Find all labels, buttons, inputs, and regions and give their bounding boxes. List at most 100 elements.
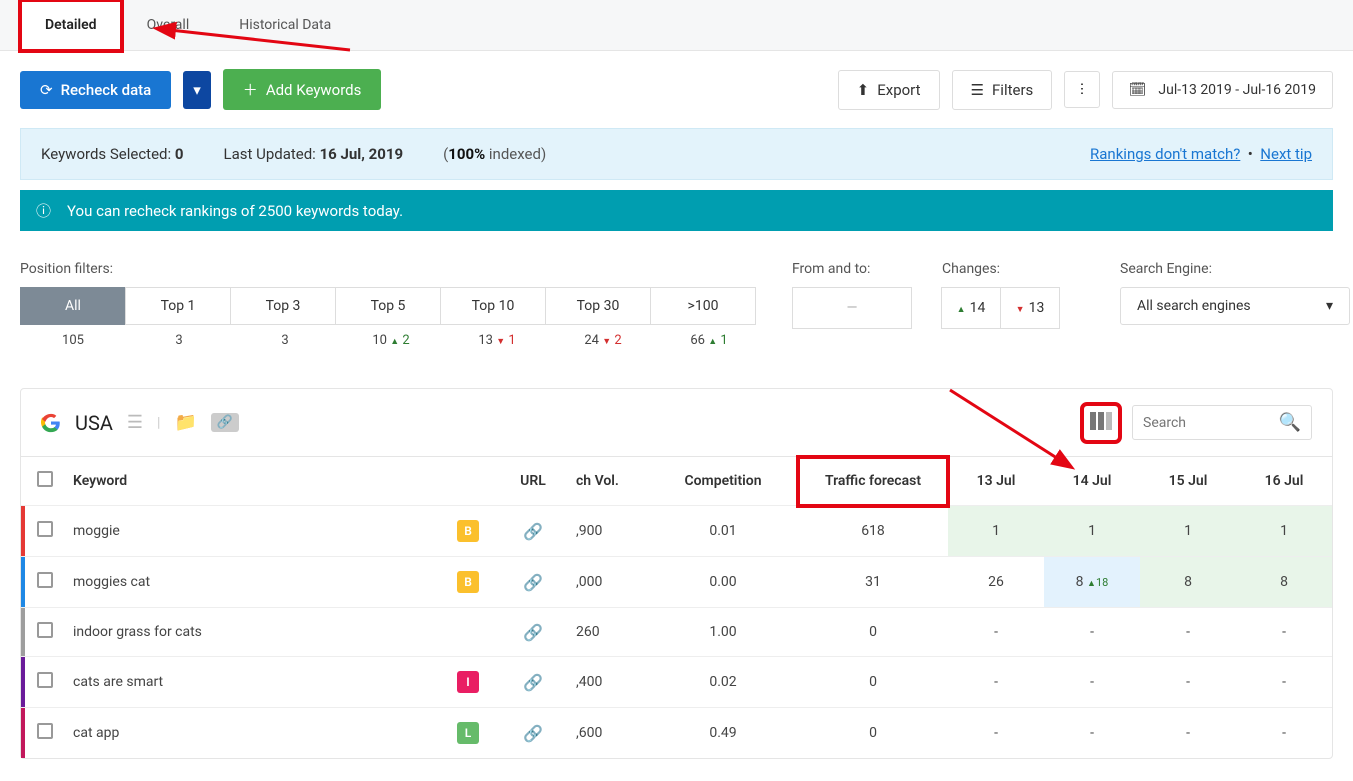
url-link-icon[interactable]: 🔗 (523, 522, 543, 541)
position-filter-top-10[interactable]: Top 10 (440, 287, 546, 325)
changes-block: Changes: 14 13 (942, 261, 1060, 329)
triangle-down-icon (1016, 300, 1025, 316)
tab-detailed[interactable]: Detailed (20, 0, 122, 51)
url-link-icon[interactable]: 🔗 (523, 724, 543, 743)
position-count: 3 (126, 325, 232, 348)
table-row: cat appL🔗,6000.490---- (21, 708, 1332, 759)
col-date-4[interactable]: 16 Jul (1236, 457, 1332, 506)
volume-cell: ,000 (568, 557, 648, 608)
columns-button[interactable] (1084, 406, 1118, 440)
traffic-cell: 0 (798, 608, 948, 657)
tab-historical[interactable]: Historical Data (214, 0, 356, 50)
add-keywords-button[interactable]: ＋ Add Keywords (223, 69, 382, 110)
col-volume[interactable]: ch Vol. (568, 457, 648, 506)
changes-up[interactable]: 14 (941, 287, 1001, 329)
keyword-cell[interactable]: cat app (65, 708, 438, 759)
row-checkbox[interactable] (37, 723, 53, 739)
notice-text: You can recheck rankings of 2500 keyword… (67, 202, 403, 220)
position-filter-top-5[interactable]: Top 5 (335, 287, 441, 325)
col-url[interactable]: URL (498, 457, 568, 506)
url-link-icon[interactable]: 🔗 (523, 623, 543, 642)
keyword-cell[interactable]: cats are smart (65, 657, 438, 708)
rank-cell: 1 (1236, 506, 1332, 557)
search-engine-value: All search engines (1137, 298, 1251, 314)
keyword-cell[interactable]: indoor grass for cats (65, 608, 438, 657)
export-button[interactable]: ⬆ Export (838, 70, 940, 110)
columns-icon (1090, 412, 1112, 430)
rank-cell: 8 (1236, 557, 1332, 608)
chevron-down-icon: ▾ (1326, 298, 1333, 314)
search-engine-block: Search Engine: All search engines ▾ (1120, 261, 1350, 325)
position-count: 66 1 (656, 325, 762, 348)
position-segmented: AllTop 1Top 3Top 5Top 10Top 30>100 (20, 287, 762, 325)
position-filter--100[interactable]: >100 (650, 287, 756, 325)
position-filter-all[interactable]: All (20, 287, 126, 325)
search-engine-label: Search Engine: (1120, 261, 1350, 277)
row-checkbox[interactable] (37, 672, 53, 688)
table-row: indoor grass for cats🔗2601.000---- (21, 608, 1332, 657)
from-to-block: From and to: — (792, 261, 912, 329)
help-links: Rankings don't match? • Next tip (1090, 145, 1312, 163)
rank-cell: - (948, 708, 1044, 759)
rank-cell: 1 (1044, 506, 1140, 557)
competition-cell: 0.01 (648, 506, 798, 557)
url-link-icon[interactable]: 🔗 (523, 573, 543, 592)
traffic-cell: 0 (798, 708, 948, 759)
row-checkbox[interactable] (37, 572, 53, 588)
date-range[interactable]: 🗓 Jul-13 2019 - Jul-16 2019 (1112, 71, 1333, 109)
keyword-cell[interactable]: moggie (65, 506, 438, 557)
kebab-menu[interactable]: ⋮ (1064, 71, 1099, 108)
recheck-button[interactable]: ⟳ Recheck data (20, 71, 171, 109)
keyword-badge: B (457, 520, 479, 542)
volume-cell: 260 (568, 608, 648, 657)
export-label: Export (877, 81, 920, 99)
position-filter-top-30[interactable]: Top 30 (545, 287, 651, 325)
panel-header: USA ☰ | 📁 🔗 🔍 (21, 389, 1332, 456)
row-checkbox[interactable] (37, 521, 53, 537)
col-competition[interactable]: Competition (648, 457, 798, 506)
recheck-dropdown[interactable]: ▾ (183, 71, 211, 109)
competition-cell: 1.00 (648, 608, 798, 657)
rankings-mismatch-link[interactable]: Rankings don't match? (1090, 145, 1240, 163)
col-date-2[interactable]: 14 Jul (1044, 457, 1140, 506)
col-keyword[interactable]: Keyword (65, 457, 438, 506)
row-checkbox[interactable] (37, 622, 53, 638)
position-filters: Position filters: AllTop 1Top 3Top 5Top … (20, 261, 762, 348)
google-icon (41, 413, 61, 433)
keyword-cell[interactable]: moggies cat (65, 557, 438, 608)
col-date-1[interactable]: 13 Jul (948, 457, 1044, 506)
url-link-icon[interactable]: 🔗 (523, 673, 543, 692)
filters-button[interactable]: ☰ Filters (952, 70, 1053, 110)
calendar-icon: 🗓 (1129, 82, 1147, 98)
select-all-checkbox[interactable] (37, 471, 53, 487)
volume-cell: ,600 (568, 708, 648, 759)
competition-cell: 0.00 (648, 557, 798, 608)
position-count: 13 1 (444, 325, 550, 348)
col-traffic-forecast[interactable]: Traffic forecast (798, 457, 948, 506)
table-row: moggies catB🔗,0000.0031268 1888 (21, 557, 1332, 608)
link-chip-icon[interactable]: 🔗 (211, 413, 239, 432)
toolbar: ⟳ Recheck data ▾ ＋ Add Keywords ⬆ Export… (0, 51, 1353, 128)
search-input[interactable] (1143, 415, 1263, 431)
rank-cell: 1 (1140, 506, 1236, 557)
changes-label: Changes: (942, 261, 1060, 277)
refresh-icon: ⟳ (40, 81, 53, 99)
filters-label: Filters (992, 81, 1033, 99)
country-label: USA (75, 411, 113, 435)
rank-cell: - (1236, 608, 1332, 657)
changes-down-value: 13 (1029, 300, 1045, 316)
col-date-3[interactable]: 15 Jul (1140, 457, 1236, 506)
search-engine-select[interactable]: All search engines ▾ (1120, 287, 1350, 325)
tab-overall[interactable]: Overall (122, 0, 215, 50)
selected-count: 0 (175, 145, 184, 163)
search-box[interactable]: 🔍 (1132, 405, 1312, 440)
list-icon[interactable]: ☰ (127, 412, 143, 433)
folder-icon[interactable]: 📁 (174, 412, 196, 433)
from-to-input[interactable]: — (792, 287, 912, 329)
position-filter-top-1[interactable]: Top 1 (125, 287, 231, 325)
position-filter-top-3[interactable]: Top 3 (230, 287, 336, 325)
next-tip-link[interactable]: Next tip (1260, 145, 1312, 163)
changes-down[interactable]: 13 (1000, 287, 1060, 329)
traffic-cell: 31 (798, 557, 948, 608)
filters-row: Position filters: AllTop 1Top 3Top 5Top … (0, 261, 1353, 348)
